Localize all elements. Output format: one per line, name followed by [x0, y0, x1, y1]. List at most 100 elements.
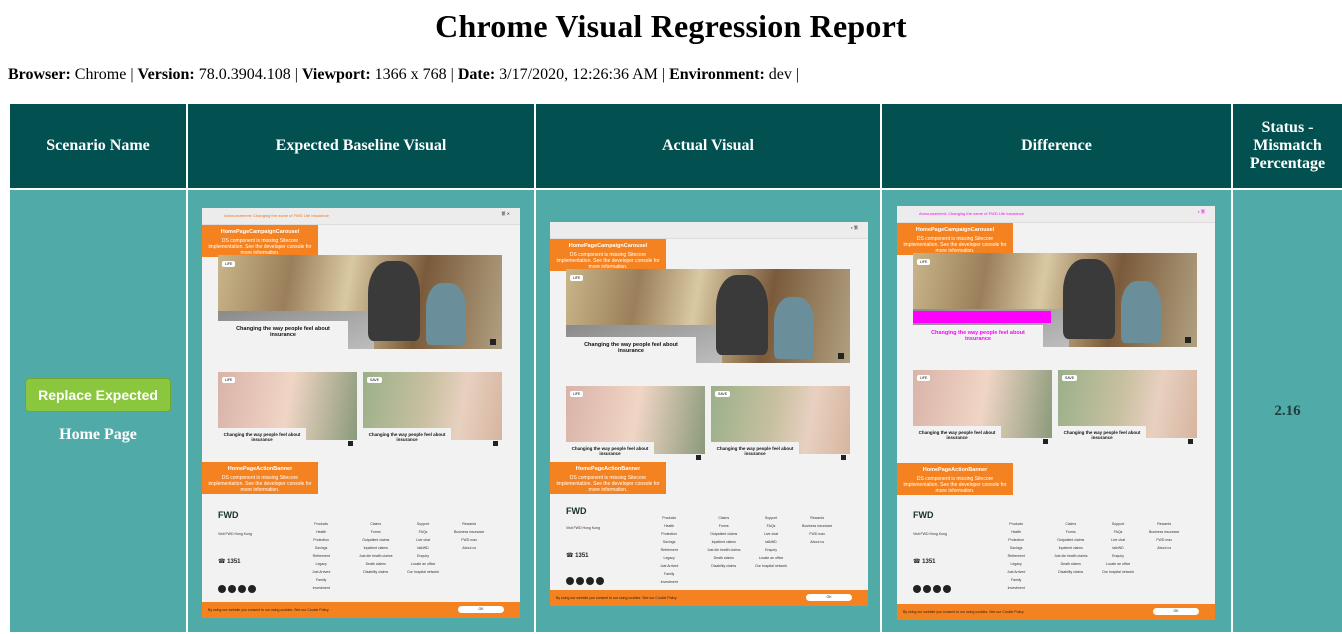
footer-link: Locate an office: [410, 562, 436, 566]
footer-link: Family: [663, 572, 675, 576]
tile-card: Changing the way people feel about insur…: [1058, 426, 1146, 446]
footer-link: Our hospital network: [407, 570, 440, 574]
footer-link: Forms: [718, 524, 729, 528]
footer-link: Family: [315, 578, 327, 582]
social-icon: [576, 577, 584, 585]
tile-text: Changing the way people feel about insur…: [223, 432, 301, 442]
footer-link: Outpatient claims: [710, 532, 738, 536]
expected-screenshot[interactable]: Announcement: Changing the name of FWD L…: [202, 208, 520, 618]
date-value: 3/17/2020, 12:26:36 AM: [499, 66, 658, 83]
footer-col-rewards: Rewards Business insurance FWD max About us: [1149, 520, 1179, 552]
tile-arrow-icon: [1043, 439, 1048, 444]
footer-link: Live chat: [416, 538, 431, 542]
footer-link: Health: [1011, 530, 1022, 534]
version-value: 78.0.3904.108: [198, 66, 291, 83]
header-expected-visual: Expected Baseline Visual: [188, 104, 534, 188]
search-icon: ⌕ 繁: [850, 225, 858, 230]
meta-separator: |: [294, 66, 298, 83]
footer-link: FAQs: [1113, 530, 1123, 534]
footer-link: Claims: [370, 522, 382, 526]
hero-text: Changing the way people feel about insur…: [236, 326, 330, 338]
footer-link: Death claims: [365, 562, 386, 566]
footer-link: Protection: [661, 532, 678, 536]
linkedin-icon: [248, 585, 256, 593]
scenario-name: Home Page: [59, 426, 137, 443]
fwd-logo: FWD: [566, 506, 587, 516]
footer-link: Enquiry: [1112, 554, 1124, 558]
footer-link: Products: [314, 522, 329, 526]
replace-expected-button[interactable]: Replace Expected: [25, 378, 171, 412]
meta-separator: |: [661, 66, 666, 83]
search-bar: ⌕ 繁: [550, 222, 868, 239]
tile-arrow-icon: [1188, 439, 1193, 444]
footer-link: Outpatient claims: [1057, 538, 1085, 542]
footer-link: Live chat: [764, 532, 779, 536]
tile-tag: LIFE: [222, 377, 236, 383]
difference-cell: Announcement: Changing the name of FWD L…: [882, 190, 1231, 632]
youtube-icon: [586, 577, 594, 585]
footer-link: FWD max: [809, 532, 825, 536]
environment-value: dev: [768, 66, 792, 83]
footer-link: talkWD: [1112, 546, 1124, 550]
footer-col-claims: Claims Forms Outpatient claims Inpatient cl…: [359, 520, 392, 576]
hero-arrow-icon: [1185, 337, 1191, 343]
hero-arrow-icon: [490, 339, 496, 345]
tile-right: SAVE Changing the way people feel about …: [363, 372, 502, 448]
footer-link: Claims: [1065, 522, 1077, 526]
passenger-figure: [1121, 281, 1161, 343]
tile-text: Changing the way people feel about insur…: [571, 446, 649, 456]
hero-arrow-icon: [838, 353, 844, 359]
header-status: Status - Mismatch Percentage: [1233, 104, 1342, 188]
campaign-banner-title: HomePageCampaignCarousel: [220, 229, 300, 235]
footer-link: FAQs: [766, 524, 776, 528]
actual-screenshot[interactable]: ⌕ 繁 HomePageCampaignCarousel DS componen…: [550, 222, 868, 606]
campaign-banner-text: DS component is missing Sitecore impleme…: [556, 252, 660, 270]
action-banner-title: HomePageActionBanner: [227, 466, 293, 472]
footer-link: Investment: [1007, 586, 1025, 590]
language-switch: 繁 ✕: [501, 211, 510, 216]
rider-figure: [368, 261, 420, 341]
tile-text: Changing the way people feel about insur…: [368, 432, 446, 442]
footer-link: Protection: [1008, 538, 1025, 542]
header-actual-visual: Actual Visual: [536, 104, 880, 188]
rider-figure: [1063, 259, 1115, 339]
social-icons: [566, 572, 606, 590]
footer-link: Just die health claims: [1054, 554, 1088, 558]
cookie-ok-button: OK: [458, 606, 504, 613]
footer-link: Live chat: [1111, 538, 1126, 542]
tile-tag: SAVE: [1062, 375, 1078, 381]
footer-col-support: Support FAQs Live chat talkWD Enquiry Locate …: [1102, 520, 1134, 576]
footer-col-rewards: Rewards Business insurance FWD max About us: [454, 520, 484, 552]
passenger-figure: [426, 283, 466, 345]
tile-card: Changing the way people feel about insur…: [913, 426, 1001, 446]
expected-visual-cell: Announcement: Changing the name of FWD L…: [188, 190, 534, 632]
footer-link: talkWD: [765, 540, 777, 544]
cookie-text: By using our website you consent to our …: [903, 610, 1024, 614]
footer-link: Business insurance: [802, 524, 833, 528]
footer-link: Inpatient claims: [711, 540, 736, 544]
footer-link: Just Arrived: [1007, 570, 1026, 574]
footer-link: Just die health claims: [359, 554, 393, 558]
rider-figure: [716, 275, 768, 355]
announcement-bar: Announcement: Changing the name of FWD L…: [202, 208, 520, 225]
footer-link: Locate an office: [1105, 562, 1131, 566]
footer-link: Just die health claims: [707, 548, 741, 552]
footer-link: FWD max: [1156, 538, 1172, 542]
social-icon: [923, 585, 931, 593]
footer-link: About us: [810, 540, 825, 544]
action-banner: HomePageActionBanner DS component is mis…: [202, 462, 318, 494]
difference-screenshot[interactable]: Announcement: Changing the name of FWD L…: [897, 206, 1215, 620]
footer-link: Death claims: [713, 556, 734, 560]
cookie-bar: By using our website you consent to our …: [550, 590, 868, 606]
table-header-row: Scenario Name Expected Baseline Visual A…: [10, 104, 1342, 188]
tile-left: LIFE Changing the way people feel about …: [218, 372, 357, 448]
diff-highlight: [913, 311, 1051, 323]
footer-col-products: Products Health Protection Savings Retiremen…: [1007, 520, 1025, 592]
footer-link: FWD max: [461, 538, 477, 542]
footer-col-products: Products Health Protection Savings Retiremen…: [312, 520, 330, 592]
footer-link: Health: [316, 530, 327, 534]
tile-tag: SAVE: [715, 391, 731, 397]
footer-link: Retirement: [1007, 554, 1025, 558]
visit-link: Visit FWD Hong Kong: [218, 532, 252, 536]
footer-link: Enquiry: [417, 554, 429, 558]
